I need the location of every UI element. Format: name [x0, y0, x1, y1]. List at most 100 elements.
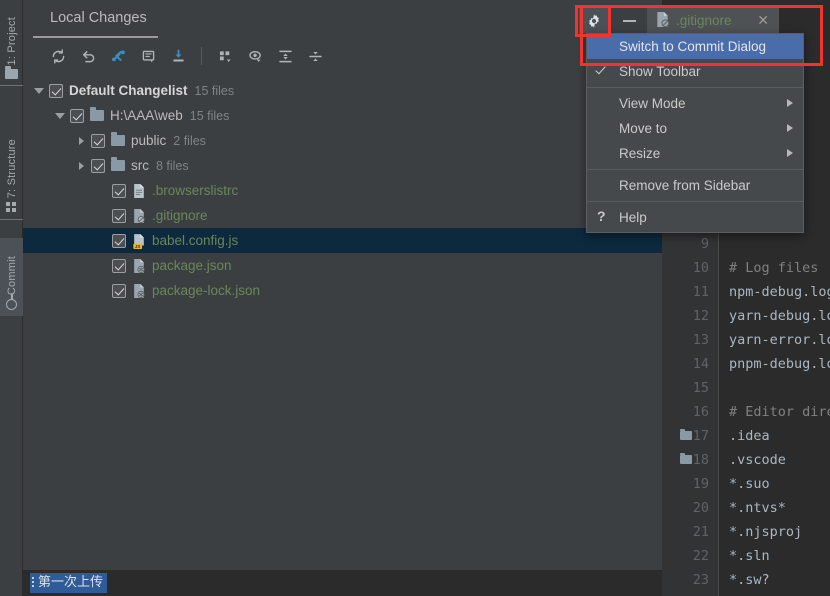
editor-gutter[interactable]: 9 10 11 12 13 14 15 16 17 18 19 20 21 22 23 — [662, 232, 718, 596]
file-json-icon — [132, 258, 146, 274]
tree-row-changelist[interactable]: Default Changelist 15 files — [23, 78, 662, 103]
tree-row-checkbox[interactable] — [112, 258, 126, 273]
code-line[interactable]: npm-debug.log — [719, 280, 830, 304]
chevron-right-icon[interactable] — [71, 161, 91, 170]
code-line[interactable] — [719, 232, 830, 256]
folder-icon — [680, 452, 692, 464]
svg-text:JS: JS — [135, 243, 141, 248]
chevron-down-icon[interactable] — [29, 87, 49, 94]
folder-icon — [90, 107, 104, 121]
menu-item-switch-commit-dialog[interactable]: Switch to Commit Dialog — [587, 34, 803, 59]
menu-item-label: Remove from Sidebar — [619, 178, 751, 193]
menu-separator — [587, 201, 803, 202]
line-number-text: 10 — [692, 260, 709, 276]
tree-row-checkbox[interactable] — [112, 183, 126, 198]
tree-row-checkbox[interactable] — [112, 283, 126, 298]
code-line[interactable] — [719, 376, 830, 400]
file-text-icon — [132, 183, 146, 199]
line-number-text: 20 — [692, 500, 709, 516]
tree-row-count: 15 files — [194, 83, 235, 98]
gear-icon[interactable] — [579, 8, 609, 33]
file-json-icon — [132, 283, 146, 299]
menu-item-show-toolbar[interactable]: Show Toolbar — [587, 59, 803, 84]
group-by-icon[interactable] — [210, 43, 240, 69]
folder-icon — [5, 66, 18, 82]
code-line[interactable]: .idea — [719, 424, 830, 448]
question-mark-icon: ? — [597, 208, 606, 224]
changes-tree[interactable]: Default Changelist 15 files H:\AAA\web 15 f… — [23, 78, 662, 570]
tree-row-checkbox[interactable] — [112, 208, 126, 223]
refresh-icon[interactable] — [43, 43, 73, 69]
grid-icon — [6, 202, 17, 216]
preview-diff-icon[interactable] — [240, 43, 270, 69]
code-line[interactable]: # Log files — [719, 256, 830, 280]
menu-item-remove-from-sidebar[interactable]: Remove from Sidebar — [587, 173, 803, 198]
menu-item-help[interactable]: ? Help — [587, 205, 803, 230]
rollback-icon[interactable] — [73, 43, 103, 69]
menu-item-move-to[interactable]: Move to — [587, 116, 803, 141]
tree-row-checkbox[interactable] — [112, 233, 126, 248]
tree-row-public[interactable]: public 2 files — [23, 128, 662, 153]
code-line[interactable]: yarn-error.lo — [719, 328, 830, 352]
code-line[interactable]: # Editor dire — [719, 400, 830, 424]
tree-row-browserslistrc[interactable]: .browserslistrc — [23, 178, 662, 203]
menu-separator — [587, 169, 803, 170]
code-line[interactable]: *.njsproj — [719, 520, 830, 544]
drag-handle-icon — [32, 577, 34, 589]
tree-row-label: babel.config.js — [152, 233, 239, 248]
changes-toolbar — [23, 40, 662, 72]
code-line[interactable]: *.sln — [719, 544, 830, 568]
tree-row-packagejson[interactable]: package.json — [23, 253, 662, 278]
line-number-text: 19 — [692, 476, 709, 492]
code-line[interactable]: .vscode — [719, 448, 830, 472]
tree-row-checkbox[interactable] — [70, 108, 84, 123]
minimize-icon[interactable] — [616, 8, 642, 33]
editor-code-area[interactable]: # Log files npm-debug.log yarn-debug.lo yar… — [718, 232, 830, 596]
line-number-text: 15 — [692, 380, 709, 396]
expand-all-icon[interactable] — [270, 43, 300, 69]
menu-item-resize[interactable]: Resize — [587, 141, 803, 166]
tree-row-checkbox[interactable] — [49, 83, 63, 98]
folder-icon — [680, 428, 692, 440]
code-line[interactable]: *.sw? — [719, 568, 830, 592]
menu-item-view-mode[interactable]: View Mode — [587, 91, 803, 116]
code-line[interactable]: pnpm-debug.lo — [719, 352, 830, 376]
sidebar-item-commit-label: Commit — [5, 255, 18, 295]
file-tab-gitignore[interactable]: .gitignore ✕ — [647, 6, 779, 35]
tree-row-checkbox[interactable] — [91, 158, 105, 173]
tree-row-checkbox[interactable] — [91, 133, 105, 148]
folder-icon — [111, 132, 125, 146]
tree-row-label: Default Changelist — [69, 83, 188, 98]
update-project-icon[interactable] — [163, 43, 193, 69]
tree-row-label: public — [131, 133, 167, 148]
gutter-line-number: 17 — [662, 424, 718, 448]
shelve-silently-icon[interactable] — [103, 43, 133, 69]
tree-row-packagelock[interactable]: package-lock.json — [23, 278, 662, 303]
tree-row-gitignore[interactable]: .gitignore — [23, 203, 662, 228]
chevron-right-icon — [787, 99, 793, 107]
line-number-text: 18 — [692, 452, 709, 468]
sidebar-item-commit[interactable]: Commit — [0, 238, 23, 316]
sidebar-item-project[interactable]: 1: Project — [0, 8, 23, 86]
chevron-right-icon[interactable] — [71, 136, 91, 145]
tree-row-count: 15 files — [189, 108, 230, 123]
chevron-down-icon[interactable] — [50, 112, 70, 119]
tab-local-changes[interactable]: Local Changes — [38, 8, 159, 34]
code-line[interactable]: *.suo — [719, 472, 830, 496]
tree-row-root[interactable]: H:\AAA\web 15 files — [23, 103, 662, 128]
gutter-line-number: 12 — [662, 304, 718, 328]
sidebar-item-structure[interactable]: 7: Structure — [0, 128, 23, 220]
tree-row-label: .gitignore — [152, 208, 208, 223]
tree-row-src[interactable]: src 8 files — [23, 153, 662, 178]
commit-message-bar[interactable]: 第一次上传 — [23, 570, 662, 596]
line-number-text: 23 — [692, 572, 709, 588]
code-line[interactable]: *.ntvs* — [719, 496, 830, 520]
collapse-all-icon[interactable] — [300, 43, 330, 69]
tree-row-babelconfig[interactable]: JS babel.config.js — [23, 228, 662, 253]
tree-row-label: .browserslistrc — [152, 183, 239, 198]
close-icon[interactable]: ✕ — [757, 12, 769, 29]
gear-context-menu[interactable]: Switch to Commit Dialog Show Toolbar View … — [586, 33, 804, 233]
code-line[interactable]: yarn-debug.lo — [719, 304, 830, 328]
show-diff-icon[interactable] — [133, 43, 163, 69]
commit-message-chip[interactable]: 第一次上传 — [30, 573, 108, 593]
